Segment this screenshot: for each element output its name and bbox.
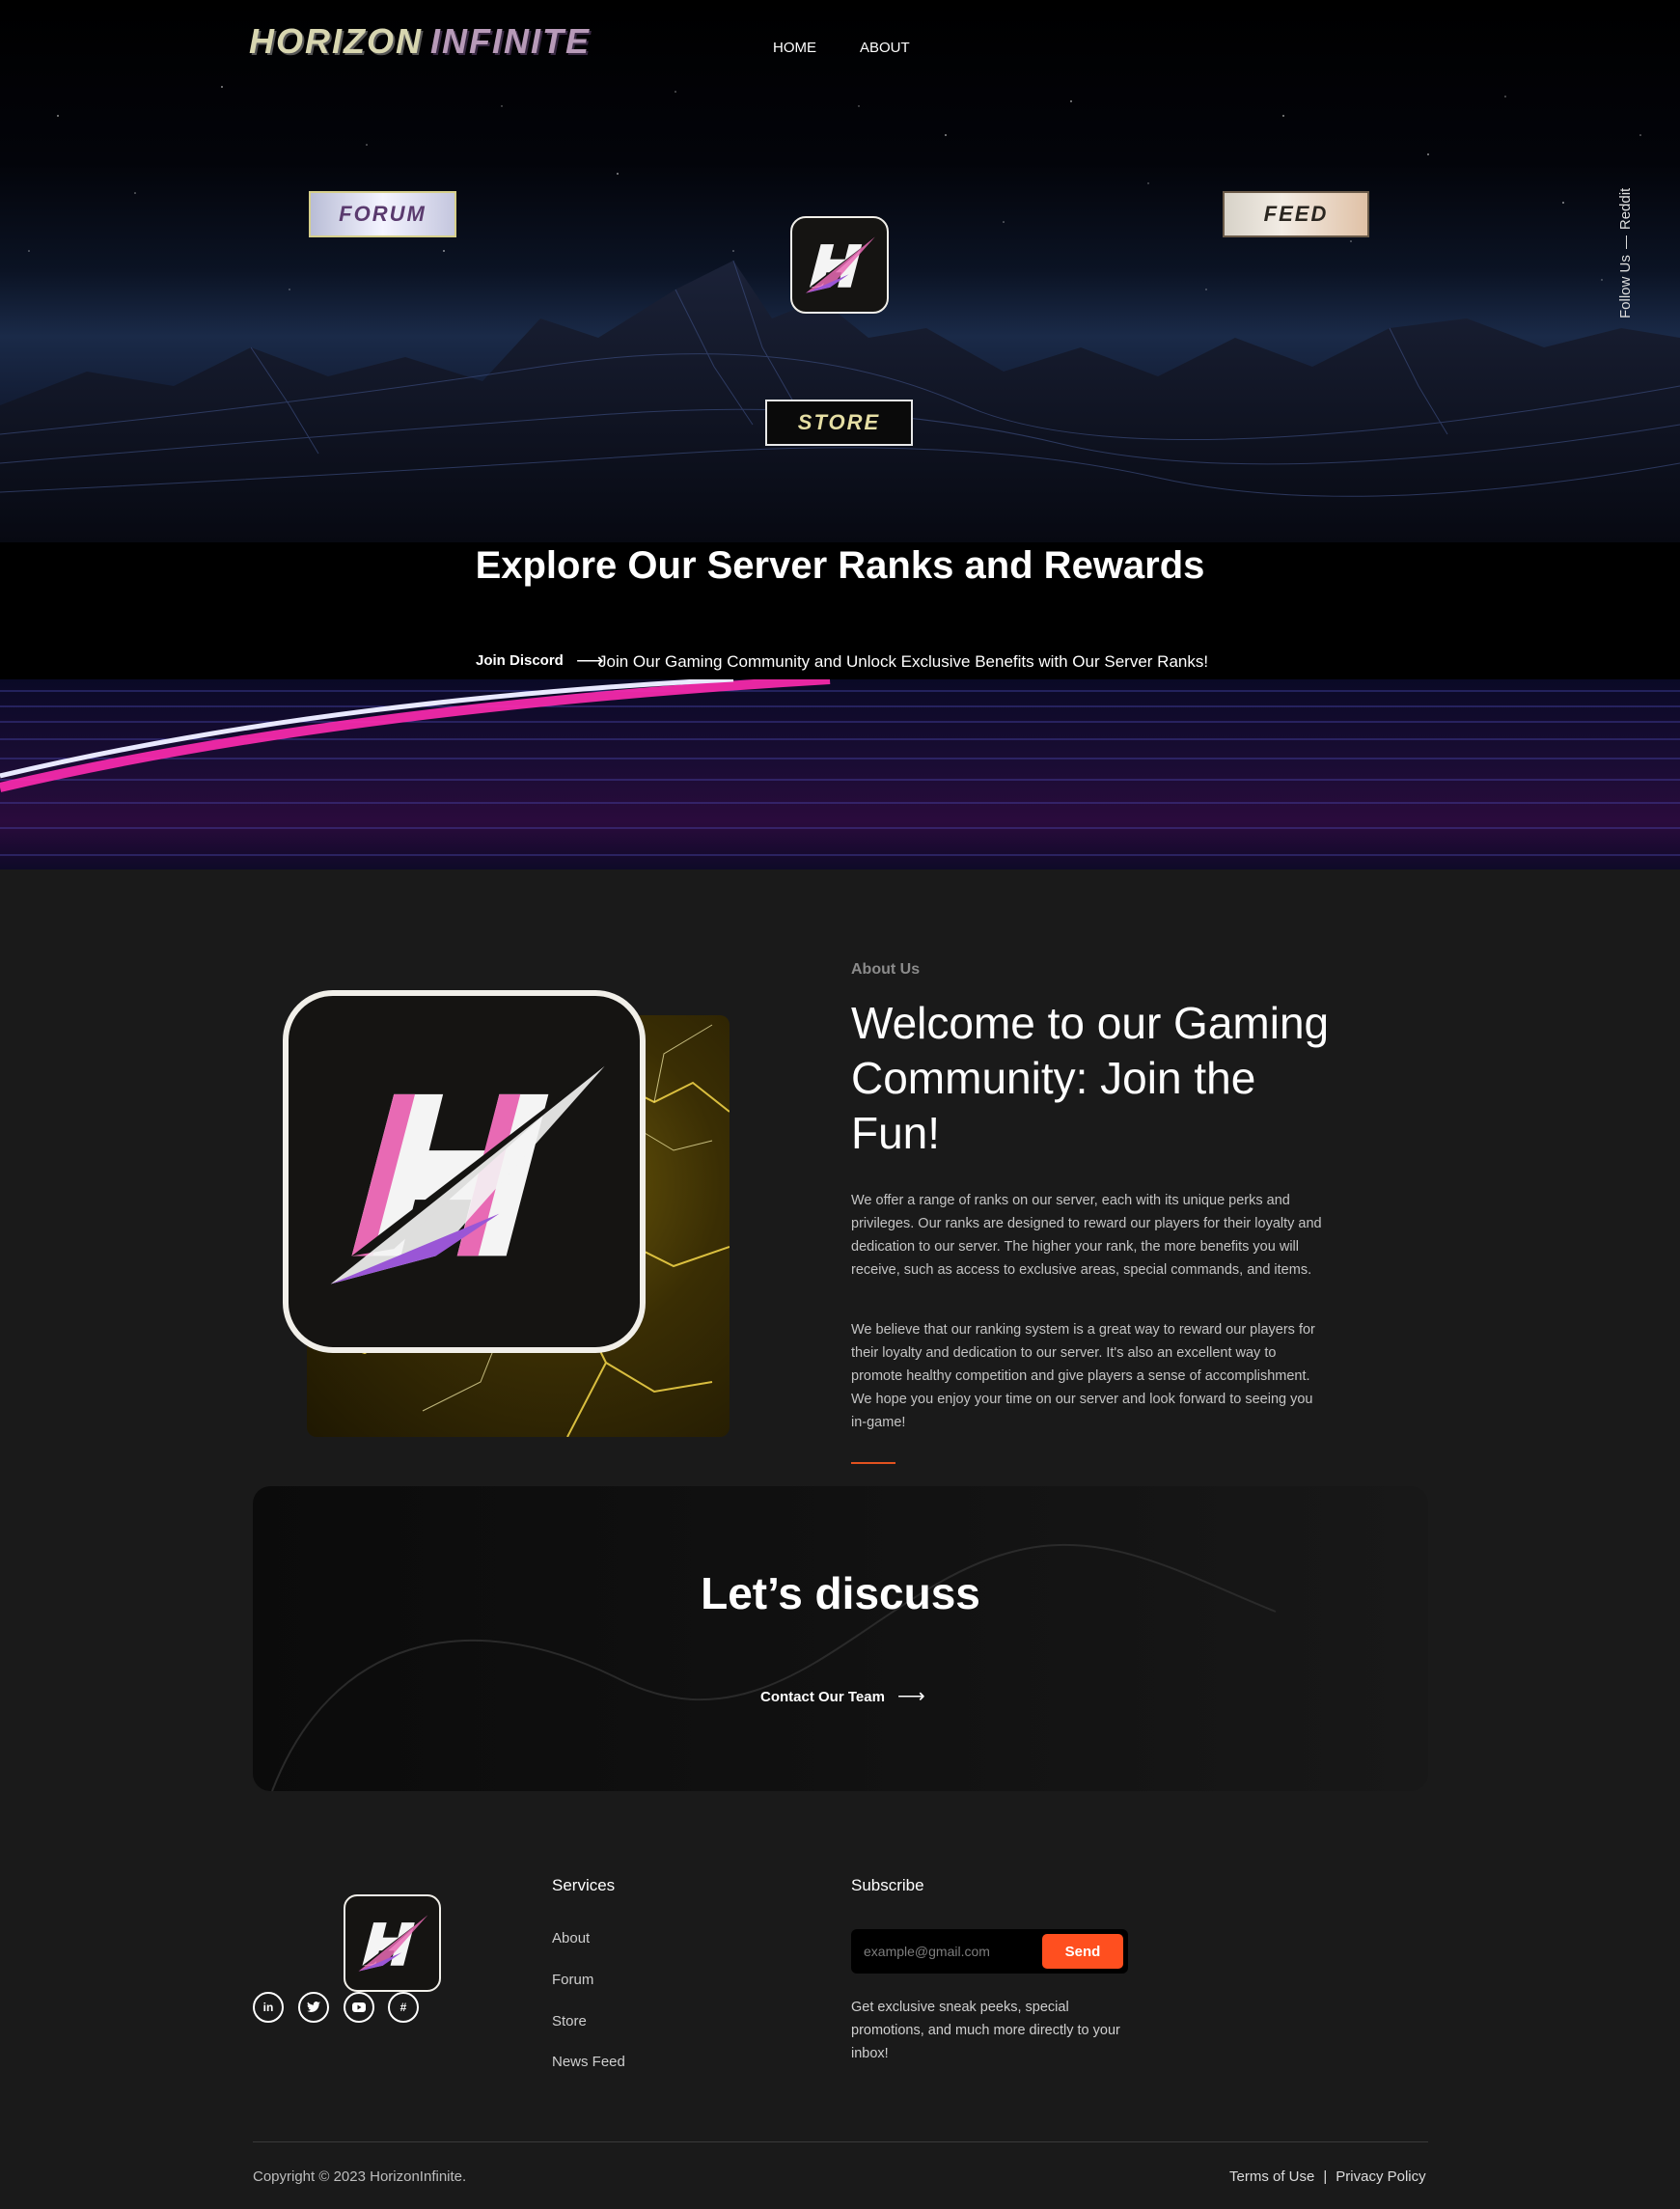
about-paragraph-2: We believe that our ranking system is a … <box>851 1322 1315 1430</box>
subscribe-form: Send <box>851 1929 1128 1974</box>
privacy-link[interactable]: Privacy Policy <box>1336 2168 1425 2185</box>
nav-about-link[interactable]: ABOUT <box>860 40 910 56</box>
services-heading: Services <box>552 1876 616 1894</box>
hero-logo-icon <box>790 216 889 314</box>
follow-us-vertical: Follow Us Reddit <box>1617 188 1634 318</box>
hero-title: Explore Our Server Ranks and Rewards <box>475 544 1205 587</box>
footer-link-forum[interactable]: Forum <box>552 1972 593 1988</box>
footer-link-about[interactable]: About <box>552 1930 590 1947</box>
terms-link[interactable]: Terms of Use <box>1229 2168 1314 2185</box>
forum-button[interactable]: FORUM <box>309 191 456 237</box>
nav-home-link[interactable]: HOME <box>773 40 816 56</box>
linkedin-icon[interactable]: in <box>253 1992 284 2023</box>
join-discord-link[interactable]: Join Discord <box>476 652 564 669</box>
footer-link-store[interactable]: Store <box>552 2013 587 2030</box>
about-heading: Welcome to our Gaming Community: Join th… <box>851 998 1330 1158</box>
email-input[interactable] <box>851 1929 1047 1974</box>
reddit-link[interactable]: Reddit <box>1617 188 1634 230</box>
discuss-decor-curve <box>271 1543 1277 1791</box>
follow-us-label: Follow Us <box>1617 255 1634 318</box>
subscribe-heading: Subscribe <box>851 1876 924 1894</box>
twitter-icon[interactable] <box>298 1992 329 2023</box>
about-eyebrow: About Us <box>851 961 921 978</box>
synthwave-grid-band <box>0 679 1680 870</box>
contact-team-link[interactable]: Contact Our Team <box>760 1689 885 1705</box>
copyright-text: Copyright © 2023 HorizonInfinite. <box>253 2168 467 2185</box>
discuss-card: Let’s discuss Contact Our Team ⟶ <box>253 1486 1428 1791</box>
neon-grid <box>0 679 1680 856</box>
footer-link-news-feed[interactable]: News Feed <box>552 2054 625 2070</box>
legal-separator: | <box>1323 2168 1328 2185</box>
feed-button[interactable]: FEED <box>1223 191 1369 237</box>
arrow-right-icon: ⟶ <box>897 1686 925 1707</box>
footer-divider <box>253 2141 1428 2142</box>
logo-word-2: INFINITE <box>430 21 591 61</box>
about-paragraph-1: We offer a range of ranks on our server,… <box>851 1193 1322 1278</box>
subscribe-description: Get exclusive sneak peeks, special promo… <box>851 2000 1120 2061</box>
legal-links: Terms of Use | Privacy Policy <box>1229 2168 1426 2185</box>
hero-section: HORIZON INFINITE HOME ABOUT FORUM FEED ST… <box>0 0 1680 542</box>
logo-word-1: HORIZON <box>249 21 423 61</box>
about-divider <box>851 1462 895 1464</box>
site-logo[interactable]: HORIZON INFINITE <box>249 21 591 62</box>
youtube-icon[interactable] <box>344 1992 374 2023</box>
store-button[interactable]: STORE <box>765 400 913 446</box>
slack-icon[interactable]: # <box>388 1992 419 2023</box>
footer-logo-icon[interactable] <box>344 1894 441 1992</box>
hero-tagline: Join Our Gaming Community and Unlock Exc… <box>598 652 1209 671</box>
about-logo-icon <box>283 990 646 1353</box>
follow-divider <box>1625 235 1627 250</box>
send-button[interactable]: Send <box>1042 1934 1123 1969</box>
discuss-title: Let’s discuss <box>701 1568 980 1618</box>
